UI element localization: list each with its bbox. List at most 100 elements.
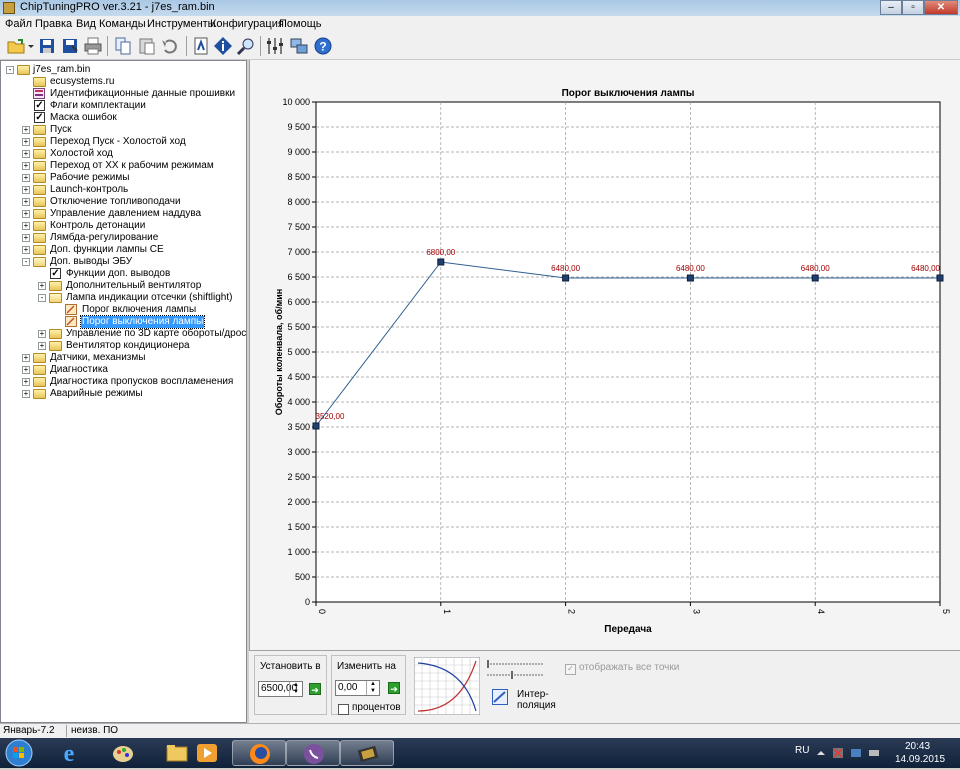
compare-icon[interactable]: [289, 36, 309, 56]
collapse-icon[interactable]: -: [38, 294, 46, 302]
tree-item-10[interactable]: + Отключение топливоподачи: [1, 196, 246, 208]
menu-help[interactable]: Помощь: [279, 18, 322, 30]
save-icon[interactable]: [37, 36, 57, 56]
tree-item-6[interactable]: + Холостой ход: [1, 148, 246, 160]
menu-configuration[interactable]: Конфигурация: [210, 18, 284, 30]
change-value-input[interactable]: 0,00 ▲ ▼: [335, 680, 380, 696]
info-icon[interactable]: [213, 36, 233, 56]
tree-item-12[interactable]: + Контроль детонации: [1, 220, 246, 232]
tree-item-5[interactable]: + Переход Пуск - Холостой ход: [1, 136, 246, 148]
tree-item-8[interactable]: + Рабочие режимы: [1, 172, 246, 184]
collapse-icon[interactable]: -: [22, 258, 30, 266]
tree-item-4[interactable]: + Пуск: [1, 124, 246, 136]
set-value-input[interactable]: 6500,00 ▲ ▼: [258, 681, 303, 697]
firefox-icon: [250, 744, 270, 764]
taskbar-ie[interactable]: e: [42, 740, 96, 767]
tree-item-16[interactable]: ✓ Функции доп. выводов: [1, 268, 246, 280]
apply-set-value-button[interactable]: ➜: [309, 683, 321, 695]
expand-icon[interactable]: +: [22, 150, 30, 158]
taskbar-viber[interactable]: [286, 740, 340, 766]
expand-icon[interactable]: +: [38, 282, 46, 290]
expand-icon[interactable]: +: [22, 126, 30, 134]
print-icon[interactable]: [83, 36, 103, 56]
collapse-icon[interactable]: -: [6, 66, 14, 74]
tree-item-15[interactable]: - Доп. выводы ЭБУ: [1, 256, 246, 268]
expand-icon[interactable]: +: [22, 366, 30, 374]
paste-icon[interactable]: [137, 36, 157, 56]
taskbar-paint[interactable]: [96, 740, 150, 766]
apply-change-value-button[interactable]: ➜: [388, 682, 400, 694]
expand-icon[interactable]: +: [22, 162, 30, 170]
y-tick-label: 1 500: [287, 522, 310, 532]
show-all-points-checkbox[interactable]: ✓: [565, 664, 576, 675]
expand-icon[interactable]: +: [22, 174, 30, 182]
tray-icons[interactable]: [815, 746, 895, 760]
tree-item-18[interactable]: - Лампа индикации отсечки (shiftlight): [1, 292, 246, 304]
taskbar-firefox[interactable]: [232, 740, 286, 766]
expand-icon[interactable]: +: [22, 246, 30, 254]
info-page-icon[interactable]: [191, 36, 211, 56]
change-value-spinner[interactable]: ▲ ▼: [366, 681, 379, 695]
close-button[interactable]: ✕: [924, 0, 958, 15]
navigation-tree[interactable]: - j7es_ram.bin ecusystems.ru Идентификацион…: [0, 60, 247, 723]
undo-icon[interactable]: [160, 36, 180, 56]
tree-item-11[interactable]: + Управление давлением наддува: [1, 208, 246, 220]
dropdown-arrow-icon[interactable]: [27, 36, 35, 56]
line-chart[interactable]: Порог выключения лампы 0 500 1 000 1 500 2 00…: [250, 60, 960, 650]
tree-item-3[interactable]: ✓ Маска ошибок: [1, 112, 246, 124]
start-button-icon[interactable]: [4, 739, 34, 767]
save-as-icon[interactable]: [60, 36, 80, 56]
help-icon[interactable]: ?: [313, 36, 333, 56]
tree-item-19[interactable]: Порог включения лампы: [1, 304, 246, 316]
expand-icon[interactable]: +: [22, 222, 30, 230]
slider-icon[interactable]: [485, 659, 545, 681]
tree-item-1[interactable]: Идентификационные данные прошивки: [1, 88, 246, 100]
tree-item-14[interactable]: + Доп. функции лампы CE: [1, 244, 246, 256]
expand-icon[interactable]: +: [22, 390, 30, 398]
interpolation-label[interactable]: Интер- поляция: [517, 689, 556, 711]
clock-date[interactable]: 14.09.2015: [895, 754, 945, 765]
taskbar-media[interactable]: [180, 740, 234, 766]
copy-icon[interactable]: [113, 36, 133, 56]
tree-item-21[interactable]: + Управление по 3D карте обороты/дроссель: [1, 328, 246, 340]
expand-icon[interactable]: +: [22, 210, 30, 218]
tree-item-2[interactable]: ✓ Флаги комплектации: [1, 100, 246, 112]
tree-item-0[interactable]: ecusystems.ru: [1, 76, 246, 88]
menu-commands[interactable]: Команды: [99, 18, 146, 30]
tree-item-23[interactable]: + Датчики, механизмы: [1, 352, 246, 364]
language-indicator[interactable]: RU: [795, 745, 809, 756]
expand-icon[interactable]: +: [22, 378, 30, 386]
maximize-button[interactable]: ▫: [902, 0, 924, 15]
calibration-icon[interactable]: [265, 36, 285, 56]
tree-item-20[interactable]: Порог выключения лампы: [1, 315, 246, 329]
clock-time[interactable]: 20:43: [905, 741, 930, 752]
y-tick-label: 4 000: [287, 397, 310, 407]
menu-view[interactable]: Вид: [76, 18, 96, 30]
expand-icon[interactable]: +: [22, 138, 30, 146]
expand-icon[interactable]: +: [22, 354, 30, 362]
expand-icon[interactable]: +: [22, 234, 30, 242]
interpolation-icon[interactable]: [492, 689, 508, 705]
menu-tools[interactable]: Инструменты: [147, 18, 216, 30]
tree-item-24[interactable]: + Диагностика: [1, 364, 246, 376]
percent-checkbox[interactable]: [338, 704, 349, 715]
tree-item-7[interactable]: + Переход от ХХ к рабочим режимам: [1, 160, 246, 172]
tree-root[interactable]: - j7es_ram.bin: [1, 64, 246, 76]
open-folder-icon[interactable]: [6, 36, 26, 56]
expand-icon[interactable]: +: [22, 198, 30, 206]
tree-item-26[interactable]: + Аварийные режимы: [1, 388, 246, 400]
tree-item-22[interactable]: + Вентилятор кондиционера: [1, 340, 246, 352]
minimize-button[interactable]: –: [880, 0, 902, 15]
tree-item-25[interactable]: + Диагностика пропусков воспламенения: [1, 376, 246, 388]
expand-icon[interactable]: +: [22, 186, 30, 194]
tree-item-13[interactable]: + Лямбда-регулирование: [1, 232, 246, 244]
search-icon[interactable]: [236, 36, 256, 56]
tree-item-9[interactable]: + Launch-контроль: [1, 184, 246, 196]
tree-item-17[interactable]: + Дополнительный вентилятор: [1, 280, 246, 292]
menu-edit[interactable]: Правка: [35, 18, 72, 30]
menu-file[interactable]: Файл: [5, 18, 32, 30]
expand-icon[interactable]: +: [38, 342, 46, 350]
set-value-spinner[interactable]: ▲ ▼: [289, 682, 302, 696]
expand-icon[interactable]: +: [38, 330, 46, 338]
taskbar-chiptuning[interactable]: [340, 740, 394, 766]
